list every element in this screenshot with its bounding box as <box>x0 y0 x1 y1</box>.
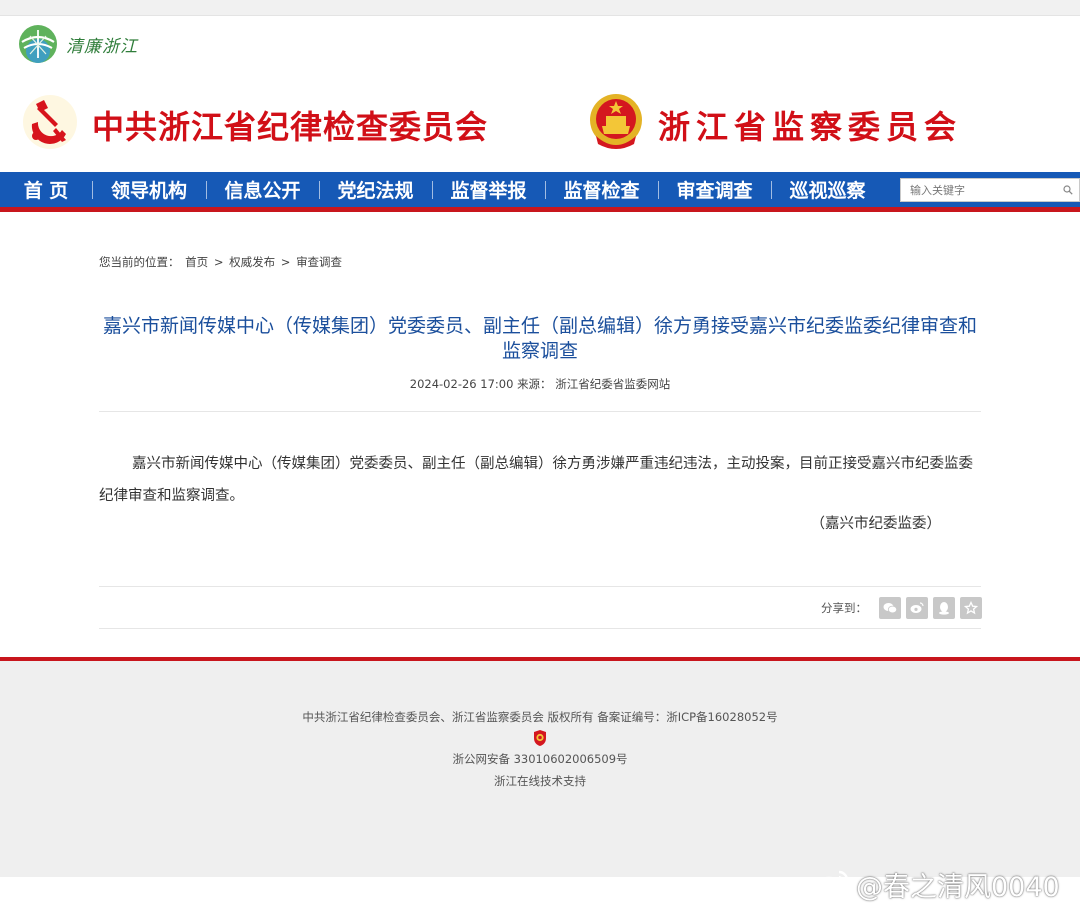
weibo-watermark: @春之清风0040 <box>814 866 1060 903</box>
top-strip <box>0 0 1080 16</box>
breadcrumb: 您当前的位置： 首页 > 权威发布 > 审查调查 <box>99 254 344 270</box>
breadcrumb-link-authority[interactable]: 权威发布 <box>229 255 275 269</box>
share-weibo-button[interactable] <box>906 597 928 619</box>
article-meta: 2024-02-26 17:00 来源： 浙江省纪委省监委网站 <box>99 376 981 392</box>
article-datetime: 2024-02-26 17:00 <box>409 377 514 391</box>
title-party-commission: 中共浙江省纪律检查委员会 <box>92 108 489 146</box>
divider <box>99 628 981 629</box>
weibo-logo-icon <box>814 870 849 898</box>
national-emblem-icon <box>590 94 642 149</box>
title-supervisory-commission: 浙江省监察委员会 <box>658 108 963 146</box>
main-nav: 首 页 领导机构 信息公开 党纪法规 监督举报 监督检查 审查调查 巡视巡察 <box>0 172 1080 212</box>
qinglian-logo-text: 清廉浙江 <box>66 36 138 57</box>
qq-icon <box>939 602 949 615</box>
wechat-icon <box>883 603 897 614</box>
breadcrumb-prefix: 您当前的位置： <box>99 255 180 269</box>
article-source-label: 来源： <box>517 377 552 391</box>
breadcrumb-link-investigation[interactable]: 审查调查 <box>296 255 342 269</box>
share-qq-button[interactable] <box>933 597 955 619</box>
nav-item-home[interactable]: 首 页 <box>0 172 92 207</box>
divider <box>99 586 981 587</box>
breadcrumb-separator: > <box>280 255 291 269</box>
watermark-text: @春之清风0040 <box>856 871 1060 903</box>
breadcrumb-separator: > <box>213 255 224 269</box>
article-title: 嘉兴市新闻传媒中心（传媒集团）党委委员、副主任（副总编辑）徐方勇接受嘉兴市纪委监… <box>102 315 977 362</box>
nav-item-reporting[interactable]: 监督举报 <box>432 172 545 207</box>
breadcrumb-link-home[interactable]: 首页 <box>185 255 208 269</box>
party-emblem-icon <box>23 95 77 149</box>
qinglian-zhejiang-logo[interactable]: 清廉浙江 <box>18 24 138 64</box>
nav-item-regulations[interactable]: 党纪法规 <box>319 172 432 207</box>
favorite-icon <box>964 601 978 615</box>
article-signature: （嘉兴市纪委监委） <box>810 516 942 532</box>
divider <box>99 411 981 412</box>
nav-item-patrol[interactable]: 巡视巡察 <box>771 172 884 207</box>
police-badge-icon <box>534 730 546 746</box>
article-source: 浙江省纪委省监委网站 <box>555 377 671 391</box>
nav-item-investigation[interactable]: 审查调查 <box>658 172 771 207</box>
footer-police-record[interactable]: 浙公网安备 33010602006509号 <box>0 751 1080 767</box>
search-input[interactable] <box>901 179 1051 202</box>
search-box <box>900 178 1080 202</box>
footer-tech-support: 浙江在线技术支持 <box>494 774 586 788</box>
share-bar: 分享到： <box>821 597 987 619</box>
share-label: 分享到： <box>821 601 867 615</box>
article-body: 嘉兴市新闻传媒中心（传媒集团）党委委员、副主任（副总编辑）徐方勇涉嫌严重违纪违法… <box>99 456 973 504</box>
nav-item-leadership[interactable]: 领导机构 <box>92 172 206 207</box>
share-favorite-button[interactable] <box>960 597 982 619</box>
nav-item-information[interactable]: 信息公开 <box>206 172 319 207</box>
qinglian-logo-icon <box>19 25 57 63</box>
search-icon[interactable] <box>1063 185 1073 195</box>
nav-item-inspection[interactable]: 监督检查 <box>545 172 658 207</box>
share-wechat-button[interactable] <box>879 597 901 619</box>
footer: 中共浙江省纪律检查委员会、浙江省监察委员会 版权所有 备案证编号：浙ICP备16… <box>0 657 1080 877</box>
site-banner: 中共浙江省纪律检查委员会 浙江省监察委员会 <box>0 88 1080 158</box>
weibo-icon <box>910 602 924 613</box>
footer-copyright: 中共浙江省纪律检查委员会、浙江省监察委员会 版权所有 备案证编号：浙ICP备16… <box>302 710 778 724</box>
